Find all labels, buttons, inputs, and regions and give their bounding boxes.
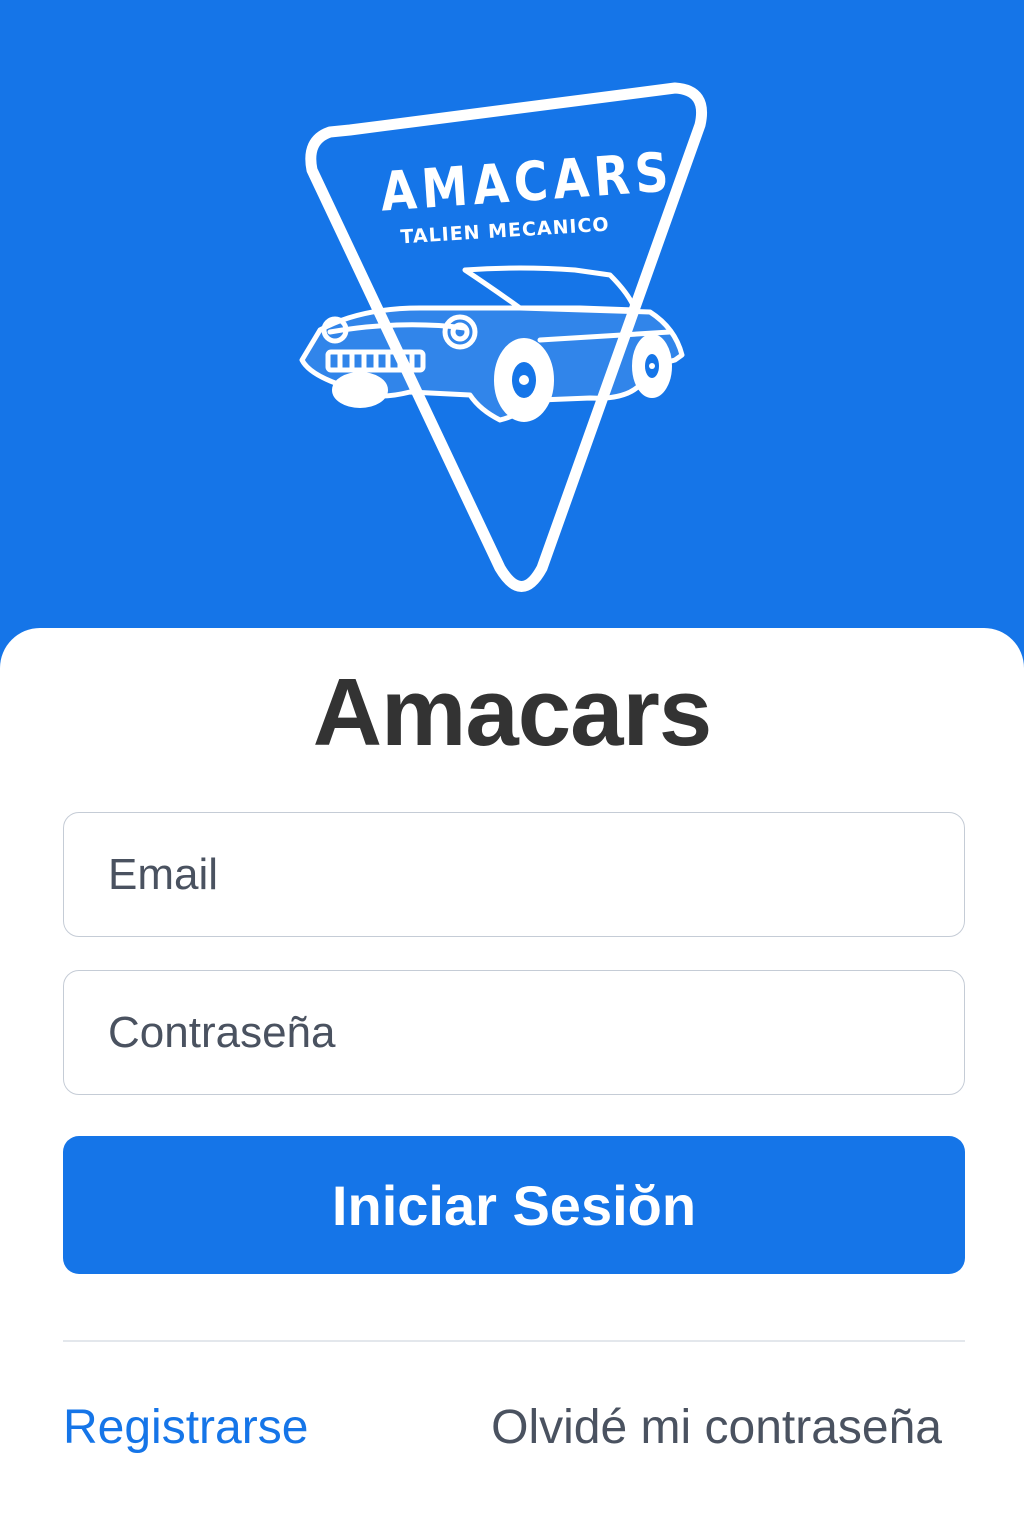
amacars-logo: AMACARS TALIEN MECANICO (290, 70, 720, 600)
email-field[interactable]: Email (63, 812, 965, 937)
hero-header: AMACARS TALIEN MECANICO (0, 0, 1024, 640)
password-field[interactable]: Contraseña (63, 970, 965, 1095)
login-card: Amacars Email Contraseña Iniciar Sesiŏn … (0, 628, 1024, 1536)
forgot-password-link[interactable]: Olvidé mi contraseña (491, 1400, 942, 1455)
password-placeholder: Contraseña (108, 1007, 336, 1057)
login-button[interactable]: Iniciar Sesiŏn (63, 1136, 965, 1274)
register-link[interactable]: Registrarse (63, 1400, 308, 1455)
divider (63, 1340, 965, 1342)
page-title: Amacars (312, 659, 713, 766)
email-placeholder: Email (108, 849, 219, 899)
